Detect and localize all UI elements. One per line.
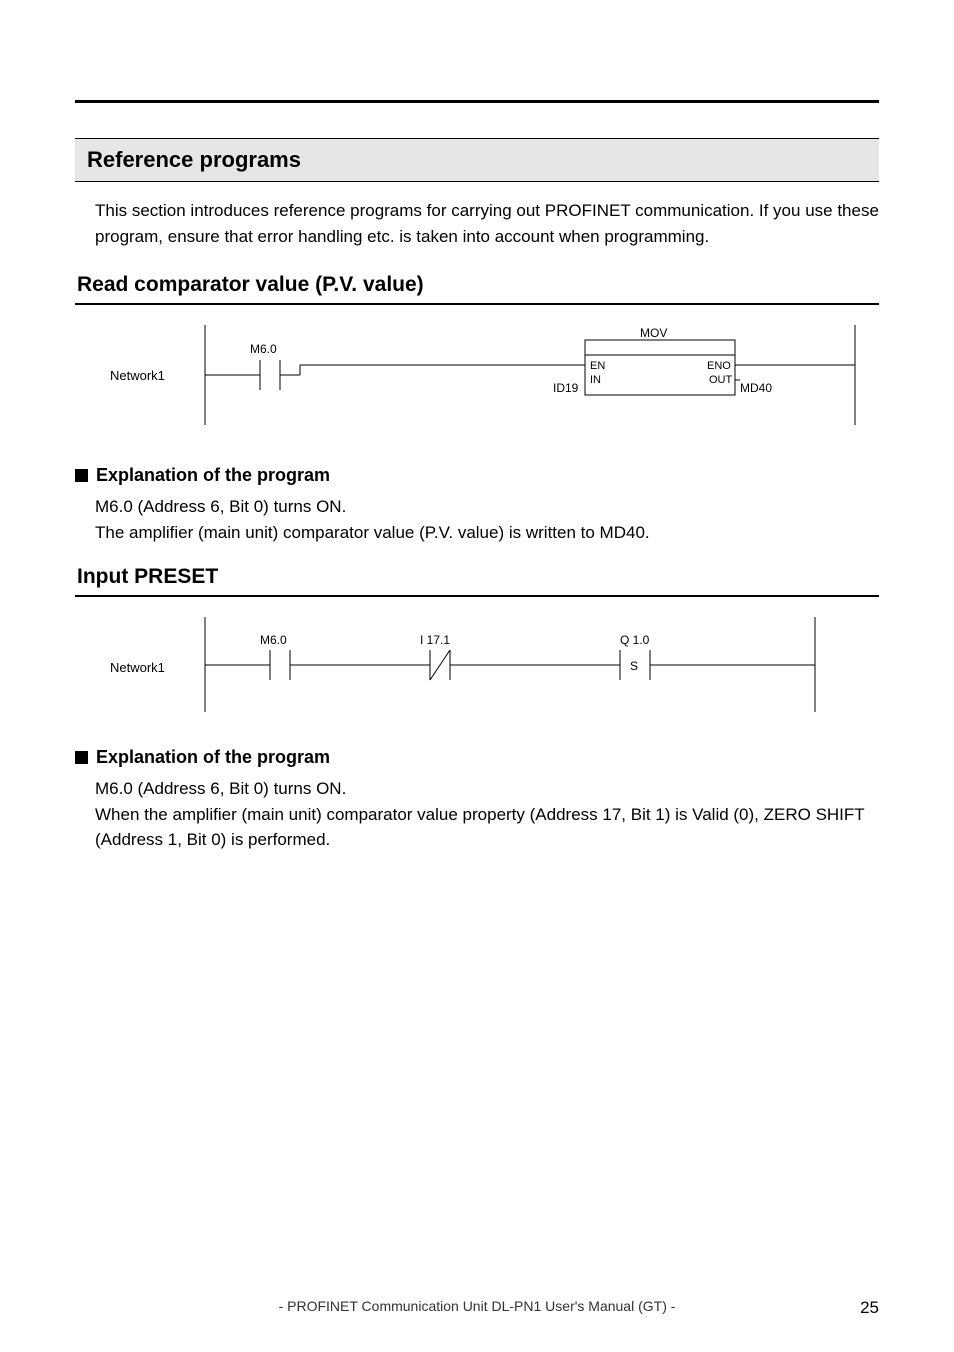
in-label: IN	[590, 374, 601, 386]
coil-type-s: S	[630, 659, 638, 673]
coil-q1-0: Q 1.0	[620, 633, 650, 647]
square-bullet-icon	[75, 469, 88, 482]
network-label: Network1	[110, 368, 165, 383]
en-label: EN	[590, 360, 605, 372]
contact-m6-0-2: M6.0	[260, 633, 287, 647]
out-label: OUT	[709, 374, 733, 386]
heading-input-preset: Input PRESET	[75, 565, 879, 597]
top-rule	[75, 100, 879, 103]
heading-reference-programs: Reference programs	[75, 138, 879, 182]
heading-explanation-1: Explanation of the program	[96, 465, 330, 486]
heading-read-comparator: Read comparator value (P.V. value)	[75, 273, 879, 305]
page-number: 25	[860, 1298, 879, 1318]
ladder-diagram-read-comparator: Network1 M6.0 MOV EN ENO IN OUT	[75, 325, 879, 435]
mov-title: MOV	[640, 326, 667, 340]
exp2-line1: M6.0 (Address 6, Bit 0) turns ON.	[95, 776, 879, 802]
eno-label: ENO	[707, 360, 731, 372]
footer-text: - PROFINET Communication Unit DL-PN1 Use…	[0, 1298, 954, 1314]
exp1-line2: The amplifier (main unit) comparator val…	[95, 520, 879, 546]
out-value: MD40	[740, 381, 772, 395]
exp1-line1: M6.0 (Address 6, Bit 0) turns ON.	[95, 494, 879, 520]
intro-paragraph: This section introduces reference progra…	[95, 198, 879, 249]
square-bullet-icon-2	[75, 751, 88, 764]
exp2-line2: When the amplifier (main unit) comparato…	[95, 802, 879, 853]
contact-m6-0: M6.0	[250, 342, 277, 356]
heading-explanation-2: Explanation of the program	[96, 747, 330, 768]
network-label-2: Network1	[110, 660, 165, 675]
ladder-diagram-input-preset: Network1 M6.0 I 17.1 S Q 1.0	[75, 617, 879, 717]
in-value: ID19	[553, 381, 579, 395]
contact-i17-1: I 17.1	[420, 633, 450, 647]
